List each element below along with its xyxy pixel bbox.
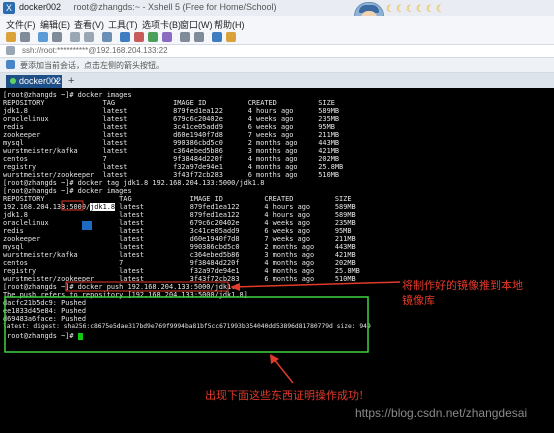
push-arrow-head-icon xyxy=(230,283,240,291)
highlight-box-jdk xyxy=(61,200,84,211)
push-command-box xyxy=(65,281,229,292)
watermark: https://blog.csdn.net/zhangdesai xyxy=(355,406,528,420)
annotation-overlay xyxy=(4,200,401,384)
success-arrow-head-icon xyxy=(270,354,279,364)
push-annotation-line1: 将制作好的镜像推到本地 xyxy=(402,279,523,292)
success-output-box xyxy=(4,296,369,353)
push-annotation-line2: 镜像库 xyxy=(402,294,435,307)
push-arrow-line xyxy=(231,281,401,288)
success-annotation: 出现下面这些东西证明操作成功! xyxy=(205,389,364,402)
success-arrow-line xyxy=(272,357,294,384)
